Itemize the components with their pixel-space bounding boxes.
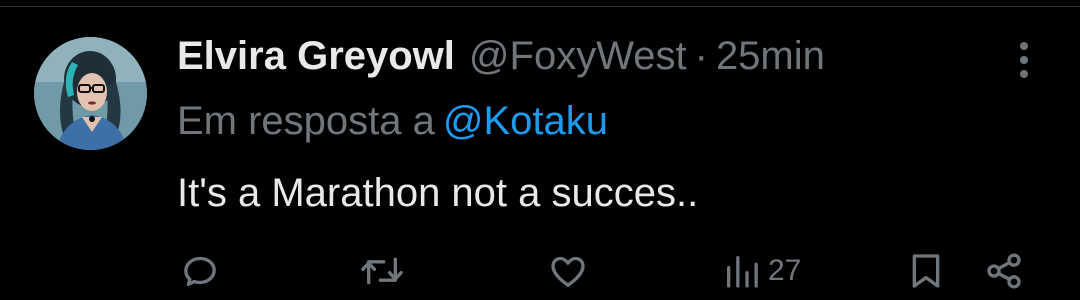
views-count: 27 [768,254,802,287]
share-button[interactable] [983,249,1025,293]
reply-icon [184,256,216,286]
timestamp[interactable]: 25min [716,30,825,82]
more-options-button[interactable] [1006,38,1042,82]
avatar-image [34,37,147,150]
reply-prefix: Em resposta a [177,99,435,143]
bookmark-button[interactable] [908,249,944,293]
bookmark-icon [912,254,940,288]
tweet-text: It's a Marathon not a succes.. [177,171,699,215]
views-button[interactable]: 27 [722,249,801,293]
like-button[interactable] [547,249,589,293]
user-handle[interactable]: @FoxyWest [469,30,687,82]
more-vertical-icon [1020,42,1028,78]
share-icon [987,253,1021,289]
reply-target-link[interactable]: @Kotaku [443,99,608,143]
top-divider [0,0,1080,7]
views-chart-icon [727,256,758,288]
reply-context: Em resposta a @Kotaku [177,95,608,147]
avatar[interactable] [34,37,147,150]
display-name[interactable]: Elvira Greyowl [177,30,455,82]
tweet-header: Elvira Greyowl @FoxyWest · 25min [177,30,825,82]
retweet-icon [361,257,403,285]
reply-button[interactable] [180,249,220,293]
heart-icon [551,256,585,287]
retweet-button[interactable] [358,249,406,293]
separator-dot: · [694,34,708,78]
